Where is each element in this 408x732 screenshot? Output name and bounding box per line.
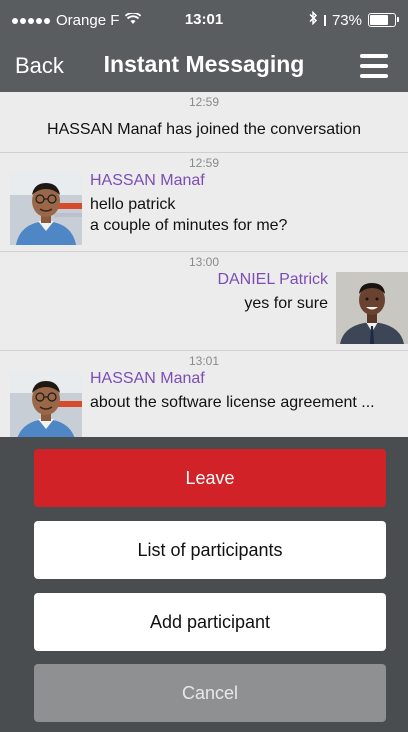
charging-bar-icon [323, 14, 326, 26]
page-title: Instant Messaging [103, 51, 305, 77]
message-line: about the software license agreement ... [90, 394, 375, 411]
avatar-daniel[interactable] [336, 272, 408, 344]
message-sender: DANIEL Patrick [217, 271, 328, 288]
status-right: 73% [308, 10, 399, 29]
message-sender: HASSAN Manaf [90, 172, 205, 189]
leave-button[interactable]: Leave [34, 449, 386, 507]
battery-percent: 73% [331, 11, 362, 29]
menu-icon[interactable] [360, 54, 388, 78]
message-line: yes for sure [244, 295, 328, 312]
message-item: 13:01 HASSAN Manaf about the software li… [0, 351, 408, 437]
message-body: yes for sure [244, 293, 328, 314]
message-timestamp: 13:01 [188, 354, 220, 368]
cancel-button[interactable]: Cancel [34, 664, 386, 722]
battery-icon [368, 13, 399, 27]
system-message: 12:59 HASSAN Manaf has joined the conver… [0, 92, 408, 153]
message-line: hello patrick [90, 196, 176, 213]
message-timestamp: 12:59 [188, 95, 220, 109]
navigation-bar: Back Instant Messaging [0, 40, 408, 92]
add-participant-button[interactable]: Add participant [34, 593, 386, 651]
message-sender: HASSAN Manaf [90, 370, 205, 387]
message-item-outgoing: 13:00 DANIEL Patrick yes for sure [0, 252, 408, 351]
avatar-hassan[interactable] [10, 371, 82, 437]
conversation-list[interactable]: 12:59 HASSAN Manaf has joined the conver… [0, 92, 408, 437]
status-bar: Orange F 13:01 73% [0, 0, 408, 40]
system-message-text: HASSAN Manaf has joined the conversation [47, 121, 361, 138]
message-timestamp: 12:59 [188, 156, 220, 170]
action-sheet: Leave List of participants Add participa… [0, 437, 408, 732]
message-timestamp: 13:00 [188, 255, 220, 269]
bluetooth-icon [308, 10, 318, 29]
list-participants-button[interactable]: List of participants [34, 521, 386, 579]
message-item: 12:59 HASSAN Manaf hello patrick a coupl… [0, 153, 408, 252]
message-body: about the software license agreement ... [90, 392, 375, 413]
message-body: hello patrick a couple of minutes for me… [90, 194, 287, 236]
avatar-hassan[interactable] [10, 173, 82, 245]
message-line: a couple of minutes for me? [90, 217, 288, 234]
